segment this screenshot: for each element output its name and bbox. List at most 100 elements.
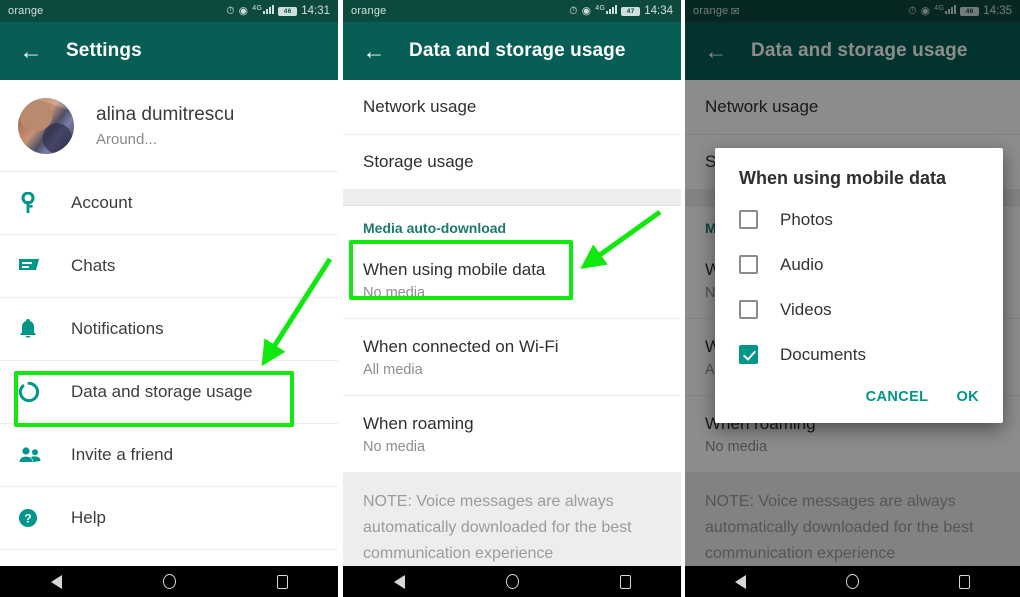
key-icon	[18, 192, 56, 214]
dialog-actions: CANCEL OK	[715, 377, 1003, 415]
list-item-subtitle: No media	[705, 438, 768, 455]
nav-recents-icon[interactable]	[959, 574, 970, 589]
sidebar-item-label: Invite a friend	[71, 445, 174, 464]
list-item-when-using-mobile-data[interactable]: When using mobile data No media	[343, 242, 681, 319]
sidebar-item-help[interactable]: ? Help	[0, 487, 338, 550]
sidebar-item-chats[interactable]: Chats	[0, 235, 338, 298]
battery-icon: 46	[960, 6, 980, 16]
list-item-subtitle: No media	[363, 438, 426, 455]
sidebar-item-notifications[interactable]: Notifications	[0, 298, 338, 361]
sidebar-item-account[interactable]: Account	[0, 172, 338, 235]
app-bar: ← Data and storage usage	[685, 22, 1020, 80]
checkbox-row-photos[interactable]: Photos	[715, 197, 1003, 242]
page-title: Data and storage usage	[751, 40, 968, 61]
nav-home-icon[interactable]	[505, 574, 519, 589]
checkbox-label: Audio	[780, 254, 824, 274]
app-bar: ← Data and storage usage	[343, 22, 681, 80]
list-item-when-roaming[interactable]: When roaming No media	[343, 396, 681, 473]
phone-panel-mobile-data-dialog: orange ✉ ⏱ ◉ 4G 46 14:35 ← Data and stor…	[685, 0, 1020, 597]
avatar	[18, 97, 74, 154]
chat-bubble-icon	[18, 257, 56, 275]
dialog-title: When using mobile data	[739, 168, 947, 188]
sidebar-item-data-and-storage-usage[interactable]: Data and storage usage	[0, 361, 338, 424]
eye-icon: ◉	[238, 5, 249, 17]
signal-icon: 4G	[934, 5, 957, 17]
page-title: Settings	[66, 40, 142, 61]
list-item-network-usage[interactable]: Network usage	[685, 80, 1020, 135]
phone-panel-settings: orange ⏱ ◉ 4G 46 14:31 ← Settings alina …	[0, 0, 338, 597]
battery-icon: 46	[278, 6, 298, 16]
nav-back-icon[interactable]	[735, 574, 746, 589]
status-bar: orange ✉ ⏱ ◉ 4G 46 14:35	[685, 0, 1020, 22]
list-item-when-connected-on-wifi[interactable]: When connected on Wi-Fi All media	[343, 319, 681, 396]
ok-button[interactable]: OK	[956, 389, 979, 405]
nav-home-icon[interactable]	[846, 574, 859, 589]
profile-status: Around...	[96, 130, 157, 148]
sidebar-item-invite-a-friend[interactable]: Invite a friend	[0, 424, 338, 487]
signal-icon: 4G	[252, 5, 275, 17]
status-bar: orange ⏱ ◉ 4G 47 14:34	[343, 0, 681, 22]
nav-home-icon[interactable]	[162, 574, 176, 589]
list-item-storage-usage[interactable]: Storage usage	[343, 135, 681, 190]
checkbox-row-audio[interactable]: Audio	[715, 242, 1003, 287]
checkbox-audio[interactable]	[739, 255, 758, 274]
alarm-icon: ⏱	[908, 4, 917, 17]
checkbox-row-videos[interactable]: Videos	[715, 287, 1003, 332]
eye-icon: ◉	[920, 5, 931, 17]
checkbox-photos[interactable]	[739, 210, 758, 229]
clock-label: 14:35	[983, 5, 1012, 17]
clock-label: 14:34	[644, 5, 673, 17]
list-item-subtitle: No media	[363, 284, 426, 301]
carrier-label: orange	[351, 5, 387, 17]
back-arrow-icon[interactable]: ←	[699, 34, 733, 68]
svg-text:?: ?	[24, 512, 31, 526]
android-nav-bar	[0, 566, 338, 597]
carrier-label: orange	[8, 5, 44, 17]
sidebar-item-label: Data and storage usage	[71, 382, 253, 401]
people-icon	[18, 446, 56, 464]
list-item-subtitle: All media	[363, 361, 423, 378]
page-title: Data and storage usage	[409, 40, 626, 61]
list-item-network-usage[interactable]: Network usage	[343, 80, 681, 135]
list-item-title: When connected on Wi-Fi	[363, 336, 559, 356]
bell-icon	[18, 318, 56, 340]
back-arrow-icon[interactable]: ←	[14, 34, 48, 68]
section-header-media-auto-download: Media auto-download	[343, 206, 681, 242]
nav-back-icon[interactable]	[50, 574, 62, 589]
cancel-button[interactable]: CANCEL	[866, 389, 929, 405]
list-item-title: Network usage	[705, 97, 819, 116]
battery-icon: 47	[621, 6, 641, 16]
sidebar-item-label: Chats	[71, 256, 116, 275]
sidebar-item-label: Help	[71, 508, 106, 527]
android-nav-bar	[685, 566, 1020, 597]
checkbox-row-documents[interactable]: Documents	[715, 332, 1003, 377]
list-item-title: Network usage	[363, 97, 477, 116]
eye-icon: ◉	[581, 5, 592, 17]
mail-icon: ✉	[730, 5, 740, 18]
nav-recents-icon[interactable]	[276, 574, 288, 589]
section-divider	[343, 190, 681, 206]
status-icons: ⏱ ◉ 4G 46	[908, 4, 980, 18]
list-item-title: Storage usage	[363, 152, 474, 171]
status-bar: orange ⏱ ◉ 4G 46 14:31	[0, 0, 338, 22]
nav-back-icon[interactable]	[393, 574, 405, 589]
carrier-label: orange	[693, 5, 729, 17]
phone-panel-data-storage: orange ⏱ ◉ 4G 47 14:34 ← Data and storag…	[343, 0, 681, 597]
checkbox-documents[interactable]	[739, 345, 758, 364]
sidebar-item-label: Notifications	[71, 319, 164, 338]
screenshot-stage: orange ⏱ ◉ 4G 46 14:31 ← Settings alina …	[0, 0, 1020, 597]
profile-row[interactable]: alina dumitrescu Around...	[0, 80, 338, 172]
android-nav-bar	[343, 566, 681, 597]
list-item-title: When using mobile data	[363, 259, 546, 279]
checkbox-videos[interactable]	[739, 300, 758, 319]
sidebar-item-label: Account	[71, 193, 133, 212]
signal-icon: 4G	[595, 5, 618, 17]
back-arrow-icon[interactable]: ←	[357, 34, 391, 68]
profile-text: alina dumitrescu Around...	[96, 104, 234, 148]
mobile-data-dialog: When using mobile data Photos Audio Vide…	[715, 148, 1003, 423]
checkbox-label: Videos	[780, 299, 832, 319]
nav-recents-icon[interactable]	[619, 574, 631, 589]
checkbox-label: Documents	[780, 344, 866, 364]
list-item-title: When roaming	[363, 413, 474, 433]
profile-name: alina dumitrescu	[96, 103, 235, 125]
